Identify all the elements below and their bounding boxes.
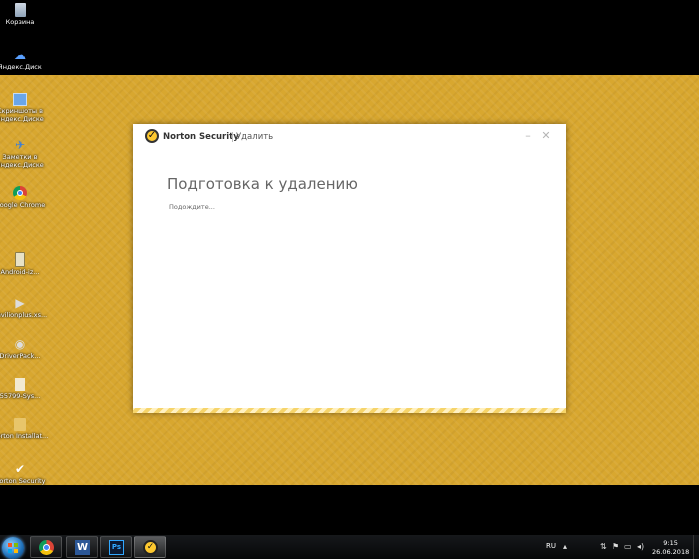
network-icon[interactable]: ⇅ (600, 542, 607, 552)
taskbar-chrome[interactable] (30, 536, 62, 558)
desktop-icon-norton-installation[interactable]: Norton Installat... (0, 418, 50, 441)
video-icon: ▶ (15, 296, 25, 310)
chrome-icon (39, 540, 54, 555)
progress-strip (133, 408, 566, 413)
desktop-icon-driverpack[interactable]: ◉ DriverPack... (0, 337, 50, 361)
clock-time: 9:15 (663, 539, 678, 547)
clock-date: 26.06.2018 (652, 548, 690, 556)
desktop-icon-screenshots[interactable]: Скриншоты в Яндекс.Диске (0, 93, 50, 123)
notes-icon: ✈ (14, 138, 26, 152)
desktop-icon-notes[interactable]: ✈ Заметки в Яндекс.Диске (0, 138, 50, 169)
page-title: Подготовка к удалению (167, 175, 358, 193)
desktop: Корзина ☁ Яндекс.Диск Скриншоты в Яндекс… (0, 0, 699, 535)
title-bar[interactable]: ✓ Norton Security Удалить – ✕ (133, 124, 566, 148)
title-action: Удалить (236, 132, 274, 142)
show-desktop-button[interactable] (693, 535, 699, 559)
taskbar-word[interactable]: W (66, 536, 98, 558)
desktop-icon-android[interactable]: Android-iz... (0, 252, 50, 277)
norton-icon: ✓ (143, 540, 158, 555)
close-button[interactable]: ✕ (538, 128, 554, 144)
taskbar-norton[interactable]: ✓ (134, 536, 166, 558)
norton-uninstall-window: ✓ Norton Security Удалить – ✕ Подготовка… (133, 124, 566, 413)
action-center-icon[interactable]: ⚑ (612, 542, 619, 552)
taskbar: W Ps ✓ RU ▴ ⇅ ⚑ ▭ ◂) 9:15 26.06.2018 (0, 535, 699, 559)
desktop-icon-chrome[interactable]: Google Chrome (0, 186, 50, 210)
document-icon (15, 378, 25, 391)
taskbar-photoshop[interactable]: Ps (100, 536, 132, 558)
status-text: Подождите... (169, 203, 215, 211)
desktop-icon-video[interactable]: ▶ pavilionplus.xs... (0, 296, 50, 320)
yandex-disk-icon: ☁ (14, 48, 26, 62)
start-button[interactable] (2, 537, 24, 559)
language-indicator[interactable]: RU (546, 542, 556, 550)
phone-icon (15, 252, 25, 267)
desktop-icon-document[interactable]: 55799-Sys... (0, 378, 50, 401)
desktop-icon-recycle-bin[interactable]: Корзина (0, 3, 50, 27)
title-separator (232, 132, 233, 142)
app-name: Norton Security (163, 132, 239, 142)
folder-icon (14, 418, 26, 431)
word-icon: W (75, 540, 90, 555)
photoshop-icon: Ps (109, 540, 124, 555)
tray-expand-icon[interactable]: ▴ (563, 542, 567, 552)
disc-icon: ◉ (14, 337, 26, 351)
minimize-button[interactable]: – (520, 128, 536, 144)
norton-check-icon: ✔ (14, 462, 26, 476)
monitor-icon[interactable]: ▭ (624, 542, 632, 552)
screenshots-folder-icon (13, 93, 27, 106)
chrome-icon (13, 186, 27, 200)
system-clock[interactable]: 9:15 26.06.2018 (652, 539, 689, 557)
desktop-icon-norton-security[interactable]: ✔ Norton Security (0, 462, 50, 486)
desktop-icon-yandex-disk[interactable]: ☁ Яндекс.Диск (0, 48, 50, 72)
norton-logo-icon: ✓ (145, 129, 159, 143)
volume-icon[interactable]: ◂) (637, 542, 644, 552)
recycle-bin-icon (14, 3, 26, 17)
